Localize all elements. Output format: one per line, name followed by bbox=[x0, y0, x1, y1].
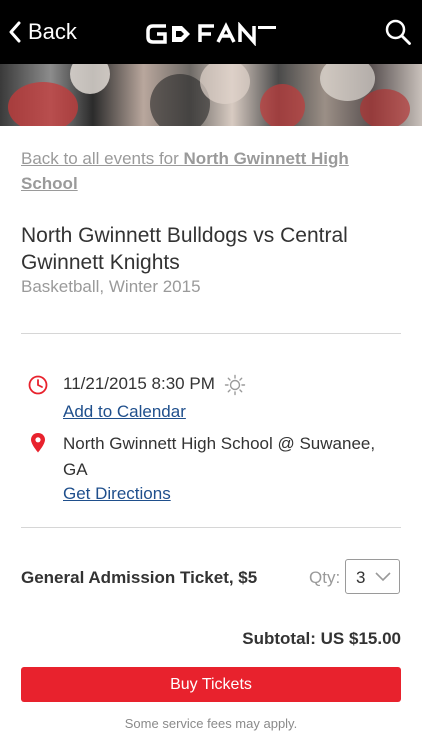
back-link-prefix: Back to all events for bbox=[21, 149, 184, 168]
event-title: North Gwinnett Bulldogs vs Central Gwinn… bbox=[21, 224, 348, 274]
event-location: North Gwinnett High School @ Suwanee, GA bbox=[63, 434, 376, 479]
top-nav-bar: Back bbox=[0, 0, 422, 64]
back-button[interactable]: Back bbox=[8, 0, 77, 64]
quantity-select[interactable]: 3 bbox=[345, 559, 400, 594]
ticket-name: General Admission Ticket, $5 bbox=[21, 568, 258, 587]
search-icon[interactable] bbox=[384, 18, 412, 46]
hero-image bbox=[0, 64, 422, 126]
qty-value: 3 bbox=[356, 568, 366, 587]
get-directions-link[interactable]: Get Directions bbox=[63, 484, 171, 504]
sun-icon bbox=[224, 374, 246, 396]
chevron-left-icon bbox=[9, 21, 21, 43]
event-subtitle: Basketball, Winter 2015 bbox=[21, 277, 201, 296]
map-pin-icon bbox=[31, 433, 45, 453]
event-datetime: 11/21/2015 8:30 PM bbox=[63, 374, 215, 393]
back-to-events-link[interactable]: Back to all events for North Gwinnett Hi… bbox=[21, 146, 391, 196]
clock-icon bbox=[28, 375, 48, 395]
gofan-logo bbox=[146, 22, 276, 46]
back-label: Back bbox=[28, 19, 77, 44]
qty-label: Qty: bbox=[309, 568, 341, 587]
add-to-calendar-link[interactable]: Add to Calendar bbox=[63, 402, 186, 422]
chevron-down-icon bbox=[375, 572, 391, 582]
service-fees-note: Some service fees may apply. bbox=[124, 716, 298, 731]
divider bbox=[21, 527, 401, 528]
subtotal: Subtotal: US $15.00 bbox=[242, 629, 401, 648]
divider bbox=[21, 333, 401, 334]
buy-tickets-button[interactable]: Buy Tickets bbox=[21, 667, 401, 702]
